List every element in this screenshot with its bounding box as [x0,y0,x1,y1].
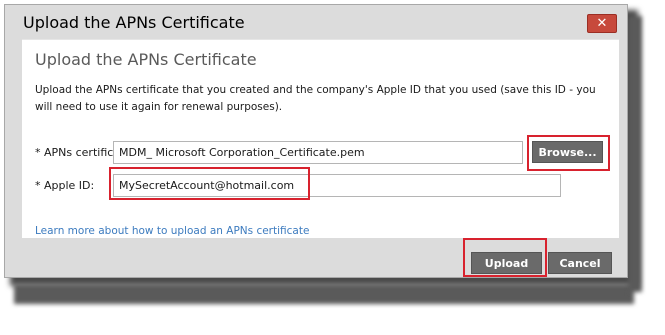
apple-id-label: * Apple ID: [35,179,95,192]
browse-highlight-box [527,135,610,171]
close-button[interactable]: ✕ [587,14,617,33]
torn-edge-bottom [14,284,634,304]
upload-apns-dialog: Upload the APNs Certificate ✕ Upload the… [4,4,628,278]
apns-certificate-field[interactable]: MDM_ Microsoft Corporation_Certificate.p… [113,141,523,164]
learn-more-link[interactable]: Learn more about how to upload an APNs c… [35,225,309,237]
panel-heading: Upload the APNs Certificate [35,50,257,69]
dialog-content: Upload the APNs Certificate Upload the A… [22,39,619,238]
torn-edge-right [628,16,642,292]
apple-id-highlight-box [109,167,310,200]
dialog-title: Upload the APNs Certificate [23,13,245,32]
dialog-titlebar: Upload the APNs Certificate ✕ [5,5,627,39]
upload-highlight-box [463,238,547,277]
description-text: Upload the APNs certificate that you cre… [35,84,596,113]
cancel-button[interactable]: Cancel [548,252,612,274]
close-icon: ✕ [596,16,608,31]
